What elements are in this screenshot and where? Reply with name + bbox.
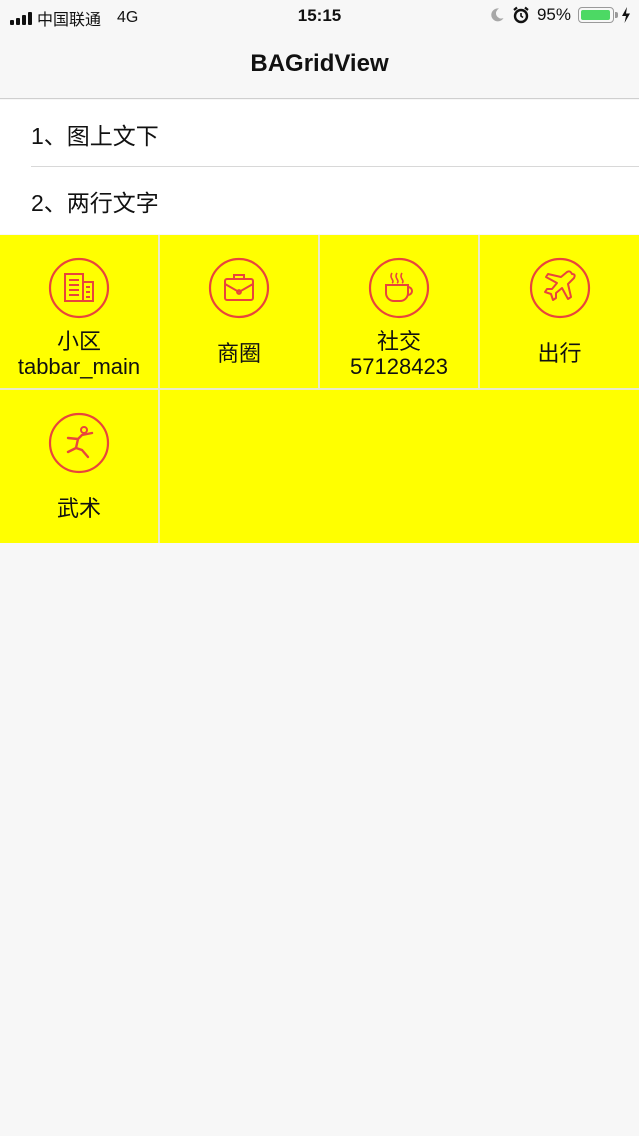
grid-item-subtitle: tabbar_main	[17, 354, 141, 379]
grid-divider	[478, 235, 480, 388]
alarm-icon	[513, 6, 529, 24]
grid-view: 小区 tabbar_main 商圈 社交 57128423 出行 武术	[0, 235, 639, 543]
option-list: 1、图上文下 2、两行文字	[0, 100, 639, 234]
grid-item-title: 出行	[537, 341, 582, 366]
grid-item-martial-arts[interactable]: 武术	[0, 390, 158, 542]
battery-percent: 95%	[536, 5, 571, 24]
grid-item-title: 商圈	[216, 341, 261, 366]
grid-item-community[interactable]: 小区 tabbar_main	[0, 235, 158, 387]
airplane-icon	[529, 257, 590, 319]
list-item-label: 1、图上文下	[31, 122, 159, 149]
coffee-cup-icon	[368, 257, 430, 319]
grid-item-title: 小区	[56, 329, 101, 354]
building-icon	[48, 257, 110, 319]
grid-item-subtitle: 57128423	[350, 354, 448, 379]
status-bar: 中国联通 4G 15:15 95%	[0, 0, 639, 34]
battery-icon	[578, 7, 618, 23]
martial-arts-icon	[48, 412, 110, 474]
grid-item-title: 武术	[56, 496, 101, 521]
grid-item-business[interactable]: 商圈	[160, 235, 318, 387]
list-item[interactable]: 2、两行文字	[0, 167, 639, 234]
battery-fill	[581, 10, 610, 20]
grid-item-social[interactable]: 社交 57128423	[320, 235, 478, 387]
grid-item-travel[interactable]: 出行	[480, 235, 639, 387]
grid-item-title: 社交	[376, 329, 421, 354]
briefcase-icon	[208, 257, 270, 319]
charging-icon	[622, 7, 630, 23]
list-item-label: 2、两行文字	[31, 189, 159, 216]
grid-divider	[0, 388, 639, 390]
moon-icon	[491, 8, 504, 22]
status-right: 95%	[489, 5, 631, 25]
list-item[interactable]: 1、图上文下	[0, 100, 639, 167]
page-title: BAGridView	[250, 50, 389, 77]
grid-divider	[318, 235, 320, 388]
navigation-bar: BAGridView	[0, 34, 639, 99]
